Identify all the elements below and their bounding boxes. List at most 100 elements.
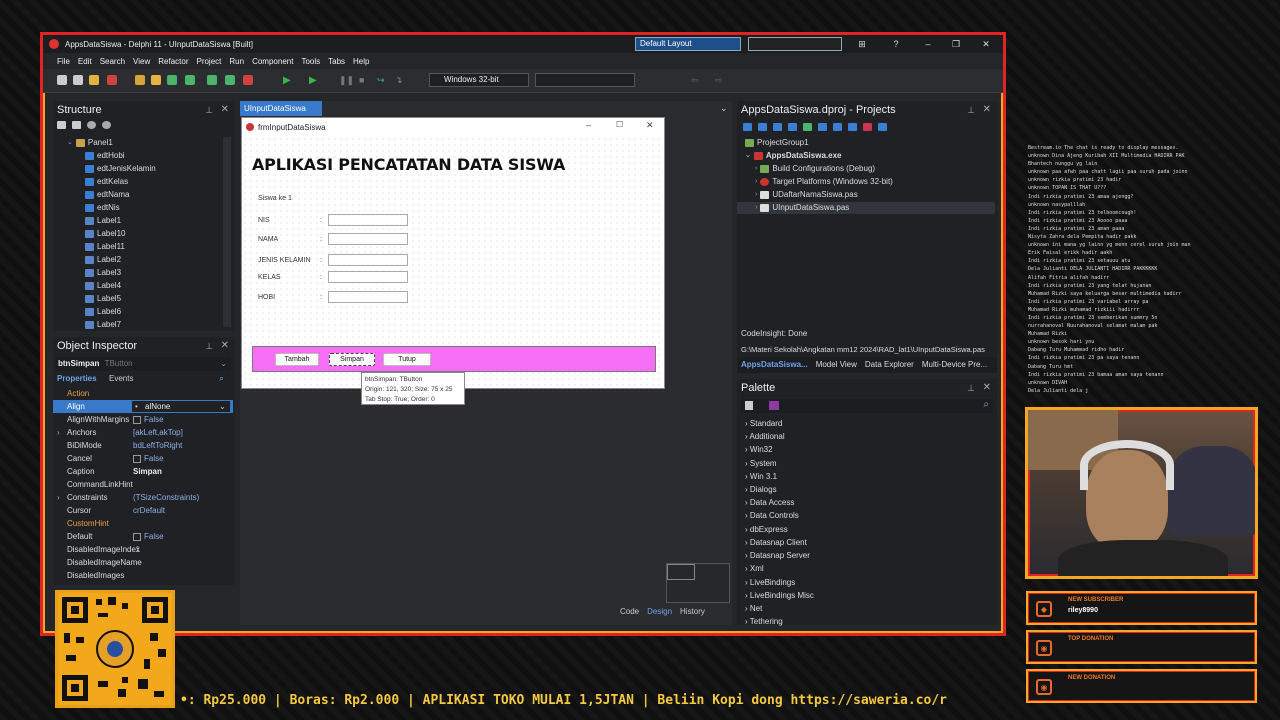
tutup-button[interactable]: Tutup (383, 353, 431, 366)
menu-tabs[interactable]: Tabs (328, 57, 345, 66)
palette-item[interactable]: › Xml (745, 564, 764, 573)
maximize-icon[interactable]: ❐ (949, 37, 963, 51)
stop-icon[interactable]: ■ (359, 75, 364, 85)
menu-file[interactable]: File (57, 57, 70, 66)
palette-item[interactable]: › Data Access (745, 498, 794, 507)
pin-icon[interactable]: ⊥ (205, 337, 213, 355)
close-icon[interactable]: ✕ (983, 101, 991, 119)
save-icon[interactable] (167, 75, 177, 85)
trace-icon[interactable]: ↴ (395, 75, 403, 86)
filter-icon[interactable] (848, 123, 857, 131)
close-icon[interactable]: ✕ (221, 101, 229, 119)
maximize-icon[interactable]: ☐ (616, 120, 623, 129)
menu-help[interactable]: Help (353, 57, 369, 66)
tree-item[interactable]: Label6 (85, 306, 121, 318)
palette-item[interactable]: › dbExpress (745, 525, 788, 534)
form-minimap[interactable] (666, 563, 730, 603)
palette-filter-icon[interactable] (769, 401, 779, 410)
platform-dropdown[interactable]: Windows 32-bit (429, 73, 529, 87)
menu-edit[interactable]: Edit (78, 57, 92, 66)
tab-events[interactable]: Events (109, 374, 133, 383)
menu-refactor[interactable]: Refactor (158, 57, 188, 66)
save-all-icon[interactable] (185, 75, 195, 85)
close-file-icon[interactable] (243, 75, 253, 85)
property-row[interactable]: CommandLinkHint (53, 478, 233, 491)
checkbox[interactable] (133, 415, 141, 424)
palette-item[interactable]: › LiveBindings (745, 578, 795, 587)
property-row[interactable]: Action (53, 387, 233, 400)
property-row-selected[interactable]: Align alNone • ⌄ (53, 400, 233, 413)
search-icon[interactable]: ⌕ (983, 399, 989, 410)
up-icon[interactable] (87, 121, 96, 129)
configuration-dropdown[interactable] (535, 73, 635, 87)
property-row[interactable]: AlignWithMargins False (53, 413, 233, 426)
hobi-input[interactable] (328, 291, 408, 303)
tree-item[interactable]: › Build Configurations (Debug) (755, 163, 875, 175)
tree-item[interactable]: edtKelas (85, 176, 128, 188)
property-row[interactable]: DisabledImageName (53, 556, 233, 569)
property-row[interactable]: Cancel False (53, 452, 233, 465)
property-row[interactable]: CustomHint (53, 517, 233, 530)
tree-item[interactable]: Label11 (85, 241, 125, 253)
palette-options-icon[interactable] (745, 401, 753, 410)
tambah-button[interactable]: Tambah (275, 353, 319, 366)
run-icon[interactable]: ▶ (283, 75, 291, 86)
back-icon[interactable]: ⇦ (691, 75, 699, 86)
add-file-icon[interactable] (207, 75, 217, 85)
expand-icon[interactable] (57, 121, 66, 129)
chevron-down-icon[interactable]: ⌄ (720, 103, 728, 114)
chevron-right-icon[interactable]: › (57, 426, 60, 439)
pin-icon[interactable]: ⊥ (967, 379, 975, 397)
tab-data-explorer[interactable]: Data Explorer (865, 357, 914, 373)
property-row[interactable]: Default False (53, 530, 233, 543)
pause-icon[interactable]: ❚❚ (339, 75, 354, 86)
palette-search[interactable]: ⌕ (741, 399, 993, 413)
tree-item[interactable]: Label4 (85, 280, 121, 292)
property-row[interactable]: Cursor crDefault (53, 504, 233, 517)
tree-item-panel1[interactable]: ⌄ Panel1 (67, 137, 113, 149)
tree-item[interactable]: edtJenisKelamin (85, 163, 156, 175)
form-window[interactable]: frmInputDataSiswa – ☐ ✕ APLIKASI PENCATA… (241, 117, 665, 405)
tree-item[interactable]: › UDaftarNamaSiswa.pas (755, 189, 858, 201)
collapse-icon[interactable] (818, 123, 827, 131)
palette-item[interactable]: › Win 3.1 (745, 472, 777, 481)
palette-item[interactable]: › Data Controls (745, 511, 799, 520)
close-icon[interactable]: ✕ (646, 120, 654, 131)
new-icon[interactable] (57, 75, 67, 85)
help-icon[interactable]: ? (889, 37, 903, 51)
kelas-input[interactable] (328, 271, 408, 283)
palette-item[interactable]: › LiveBindings Misc (745, 591, 814, 600)
search-icon[interactable]: ⌕ (219, 373, 224, 384)
tree-item[interactable]: Label7 (85, 319, 121, 331)
tab-model-view[interactable]: Model View (816, 357, 857, 373)
property-row[interactable]: DisabledImages (53, 569, 233, 582)
new-icon[interactable] (773, 123, 782, 131)
menu-component[interactable]: Component (252, 57, 293, 66)
tree-item[interactable]: Label2 (85, 254, 121, 266)
layout-dropdown[interactable]: Default Layout (635, 37, 741, 51)
minimize-icon[interactable]: – (921, 37, 935, 51)
palette-item[interactable]: › Datasnap Server (745, 551, 810, 560)
palette-item[interactable]: › Standard (745, 419, 782, 428)
tree-item[interactable]: edtHobi (85, 150, 125, 162)
add-icon[interactable] (788, 123, 797, 131)
menu-search[interactable]: Search (100, 57, 125, 66)
new-items-icon[interactable] (73, 75, 83, 85)
palette-item[interactable]: › System (745, 459, 777, 468)
sync-icon[interactable] (743, 123, 752, 131)
jenis-kelamin-input[interactable] (328, 254, 408, 266)
pin-icon[interactable]: ⊥ (967, 101, 975, 119)
pin-icon[interactable]: ⊥ (205, 101, 213, 119)
checkbox[interactable] (133, 532, 141, 541)
activate-icon[interactable] (758, 123, 767, 131)
collapse-icon[interactable] (72, 121, 81, 129)
expand-icon[interactable] (833, 123, 842, 131)
palette-item[interactable]: › Dialogs (745, 485, 777, 494)
open-icon[interactable] (89, 75, 99, 85)
tree-item[interactable]: ⌄ AppsDataSiswa.exe (745, 150, 841, 162)
tree-item[interactable]: Label5 (85, 293, 121, 305)
tab-multi-device-preview[interactable]: Multi-Device Pre... (922, 357, 987, 373)
structure-scrollbar[interactable] (223, 137, 231, 327)
toolbar-options-icon[interactable]: ⊞ (855, 37, 869, 51)
refresh-icon[interactable] (803, 123, 812, 131)
